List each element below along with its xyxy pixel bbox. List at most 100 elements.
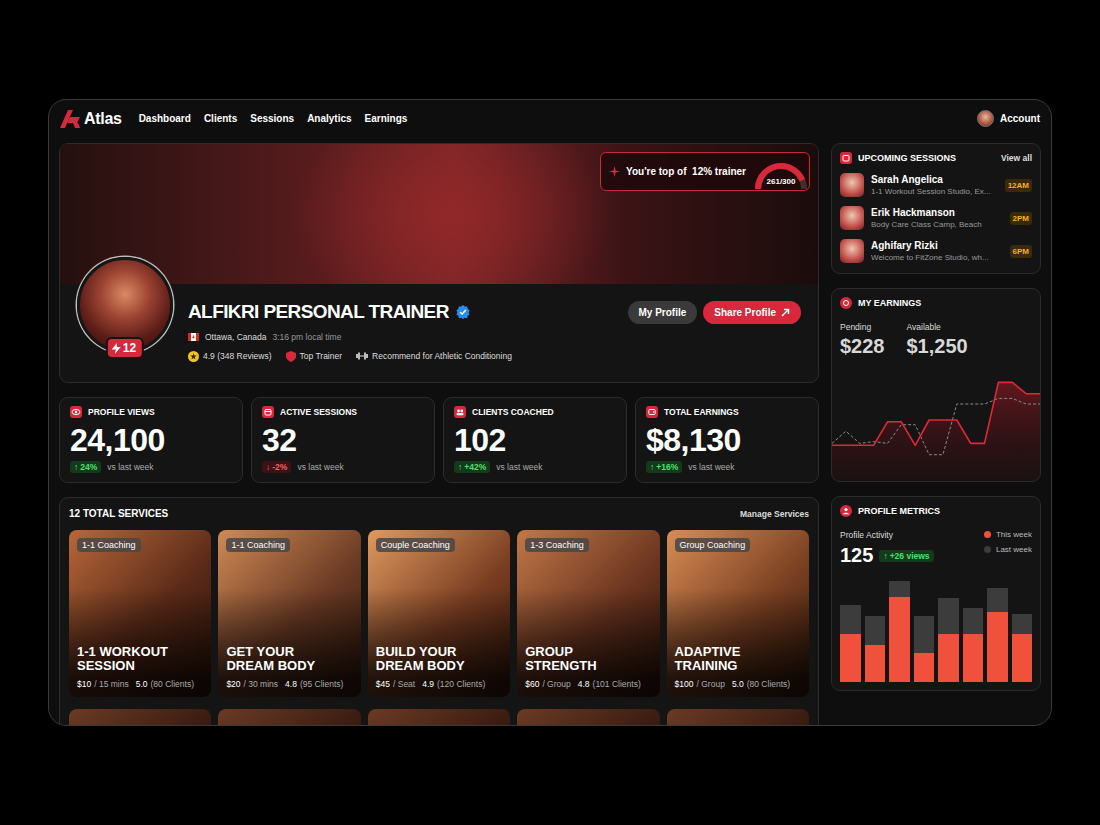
eye-icon <box>70 406 82 418</box>
bolt-icon <box>112 343 121 354</box>
panel-header: UPCOMING SESSIONS View all <box>840 152 1032 164</box>
stat-header: PROFILE VIEWS <box>70 406 232 418</box>
panel-header: MY EARNINGS <box>832 297 1040 309</box>
client-name: Aghifary Rizki <box>871 240 1003 251</box>
earnings-line <box>832 382 1040 445</box>
service-clients: (80 Clients) <box>747 679 790 689</box>
compare-note: vs last week <box>297 462 343 472</box>
bar-group <box>889 577 910 682</box>
session-row[interactable]: Erik HackmansonBody Care Class Camp, Bea… <box>840 206 1032 230</box>
this-week-bar <box>963 634 984 682</box>
top-nav: Atlas Dashboard Clients Sessions Analytics Ea… <box>59 108 1041 129</box>
session-time: 12AM <box>1005 179 1032 192</box>
account-menu[interactable]: Account <box>977 110 1040 127</box>
stat-card: TOTAL EARNINGS$8,130↑+16%vs last week <box>635 397 819 483</box>
legend-label: This week <box>996 530 1032 539</box>
legend-item: Last week <box>984 545 1032 554</box>
available-earnings: Available$1,250 <box>907 322 968 358</box>
client-avatar-icon <box>840 173 864 197</box>
nav-link[interactable]: Clients <box>204 113 237 124</box>
view-all-link[interactable]: View all <box>1001 153 1032 163</box>
left-column: You're top of 12% trainer261/30012ALFIKR… <box>59 143 819 726</box>
activity-bar-chart <box>840 577 1032 682</box>
bar-group <box>840 577 861 682</box>
views-delta-pill: ↑+26 views <box>879 550 933 562</box>
service-price: $10 <box>77 679 91 689</box>
app-root: Atlas Dashboard Clients Sessions Analytics Ea… <box>0 0 1100 726</box>
session-row[interactable]: Sarah Angelica1-1 Workout Session Studio… <box>840 173 1032 197</box>
manage-services-link[interactable]: Manage Services <box>740 509 809 519</box>
legend-label: Last week <box>996 545 1032 554</box>
this-week-bar <box>938 634 959 682</box>
legend-dot-icon <box>984 546 991 553</box>
trend-delta: +16% <box>656 462 678 472</box>
service-price: $45 <box>376 679 390 689</box>
service-price: $60 <box>525 679 539 689</box>
nav-link[interactable]: Sessions <box>250 113 294 124</box>
stat-value: $8,130 <box>646 422 808 458</box>
service-tag: 1-1 Coaching <box>226 538 290 552</box>
cover-image: You're top of 12% trainer261/300 <box>60 144 818 284</box>
stat-card: CLIENTS COACHED102↑+42%vs last week <box>443 397 627 483</box>
service-tag: 1-3 Coaching <box>525 538 589 552</box>
nav-link[interactable]: Dashboard <box>139 113 191 124</box>
stat-footer: ↑+42%vs last week <box>454 461 616 473</box>
button-label: Share Profile <box>714 307 776 318</box>
right-column: UPCOMING SESSIONS View all Sarah Angelica1… <box>831 143 1041 726</box>
this-week-bar <box>1012 634 1033 682</box>
service-rating: 5.0 <box>136 679 148 689</box>
service-tag: 1-1 Coaching <box>77 538 141 552</box>
profile-info: 12ALFIKRI PERSONAL TRAINERMy ProfileShar… <box>60 284 818 363</box>
compare-note: vs last week <box>107 462 153 472</box>
service-card[interactable]: 1-3 CoachingGROUP STRENGTH$60/ Group4.8(… <box>517 530 659 697</box>
service-title: 1-1 WORKOUT SESSION <box>77 645 187 673</box>
service-title: GET YOUR DREAM BODY <box>226 645 336 673</box>
service-card-image[interactable] <box>368 709 510 726</box>
this-week-bar <box>914 653 935 682</box>
arrow-up-right-icon <box>781 308 790 317</box>
session-description: 1-1 Workout Session Studio, Ex... <box>871 187 998 196</box>
rank-text: You're top of 12% trainer <box>626 166 746 177</box>
earnings-chart <box>832 373 1040 481</box>
service-rating: 4.9 <box>422 679 434 689</box>
share-profile-button[interactable]: Share Profile <box>703 301 801 324</box>
trend-arrow: ↑ <box>458 462 462 472</box>
my-profile-button[interactable]: My Profile <box>628 301 698 324</box>
atlas-logo-icon <box>60 110 80 128</box>
stat-title: ACTIVE SESSIONS <box>280 407 357 417</box>
service-card[interactable]: 1-1 Coaching1-1 WORKOUT SESSION$10/ 15 m… <box>69 530 211 697</box>
service-card-image[interactable] <box>69 709 211 726</box>
session-row[interactable]: Aghifary RizkiWelcome to FitZone Studio,… <box>840 239 1032 263</box>
sparkle-icon <box>609 166 620 177</box>
service-card-image[interactable] <box>667 709 809 726</box>
panel-title: MY EARNINGS <box>858 298 921 308</box>
service-clients: (101 Clients) <box>593 679 641 689</box>
services-header: 12 TOTAL SERVICESManage Services <box>69 508 809 519</box>
service-card-image[interactable] <box>218 709 360 726</box>
profile-metrics-panel: PROFILE METRICSProfile Activity125↑+26 v… <box>831 496 1041 691</box>
earnings-panel: MY EARNINGSPending$228Available$1,250 <box>831 288 1041 482</box>
nav-link[interactable]: Analytics <box>307 113 351 124</box>
service-card[interactable]: 1-1 CoachingGET YOUR DREAM BODY$20/ 30 m… <box>218 530 360 697</box>
service-card[interactable]: Group CoachingADAPTIVE TRAINING$100/ Gro… <box>667 530 809 697</box>
trend-delta: +42% <box>464 462 486 472</box>
trend-pill: ↓-2% <box>262 461 291 473</box>
service-card[interactable]: Couple CoachingBUILD YOUR DREAM BODY$45/… <box>368 530 510 697</box>
stat-title: PROFILE VIEWS <box>88 407 155 417</box>
session-text: Erik HackmansonBody Care Class Camp, Bea… <box>871 207 1003 229</box>
session-description: Body Care Class Camp, Beach <box>871 220 1003 229</box>
service-price: $20 <box>226 679 240 689</box>
session-text: Sarah Angelica1-1 Workout Session Studio… <box>871 174 998 196</box>
level-number: 12 <box>123 341 136 355</box>
specialty: Recommend for Athletic Conditioning <box>356 351 512 361</box>
service-card-image[interactable] <box>517 709 659 726</box>
bar-group <box>1012 577 1033 682</box>
location: Ottawa, Canada <box>205 332 266 342</box>
nav-link[interactable]: Earnings <box>365 113 408 124</box>
brand-logo[interactable]: Atlas <box>60 110 122 128</box>
activity-value: 125 <box>840 544 873 567</box>
earnings-area <box>832 382 1040 481</box>
trend-pill: ↑24% <box>70 461 101 473</box>
panel-title: UPCOMING SESSIONS <box>858 153 956 163</box>
stat-title: CLIENTS COACHED <box>472 407 554 417</box>
